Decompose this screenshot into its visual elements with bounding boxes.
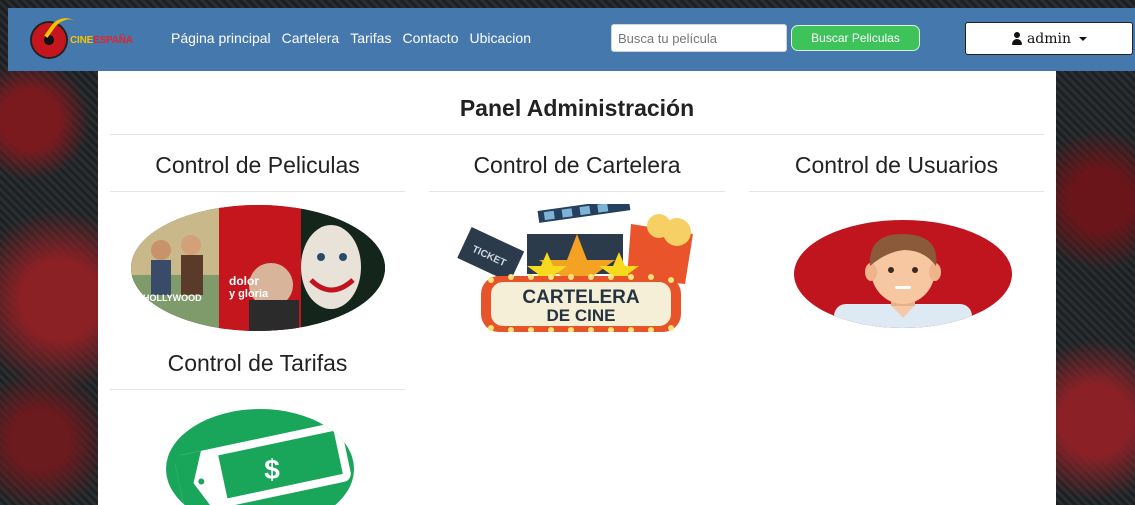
nav-link-tarifas[interactable]: Tarifas	[350, 30, 391, 46]
brand-logo[interactable]: CINEESPAÑA	[30, 20, 140, 60]
section-title-peliculas: Control de Peliculas	[155, 152, 360, 178]
search-button[interactable]: Buscar Peliculas	[791, 25, 920, 51]
usuarios-image-link[interactable]	[794, 220, 1012, 328]
user-avatar-image	[794, 220, 1012, 328]
dollar-symbol: $	[264, 454, 280, 485]
nav-links: Página principal Cartelera Tarifas Conta…	[171, 30, 542, 46]
dolor-poster-text-1: dolor	[229, 274, 259, 288]
user-icon	[1011, 32, 1023, 45]
tarifas-image-link[interactable]: $	[166, 409, 354, 505]
film-reel-icon	[30, 21, 68, 59]
dolor-poster-text-2: y gloria	[229, 288, 269, 300]
hollywood-poster-text: HOLLYWOOD	[143, 293, 202, 303]
nav-link-ubicacion[interactable]: Ubicacion	[470, 30, 531, 46]
section-title-cartelera: Control de Cartelera	[473, 152, 681, 178]
cartelera-sign-line1: CARTELERA	[522, 287, 639, 308]
page-title: Panel Administración	[459, 95, 695, 121]
section-title-tarifas: Control de Tarifas	[167, 350, 348, 376]
nav-link-contacto[interactable]: Contacto	[402, 30, 458, 46]
user-name: admin	[1026, 30, 1072, 47]
brand-name-part2: ESPAÑA	[93, 34, 133, 46]
navbar: CINEESPAÑA Página principal Cartelera Ta…	[8, 8, 1135, 71]
movie-posters-image: HOLLYWOOD dolor y gloria	[131, 205, 385, 331]
divider	[749, 191, 1044, 192]
nav-link-home[interactable]: Página principal	[171, 30, 271, 46]
cartelera-sign-line2: DE CINE	[547, 306, 616, 325]
user-menu-button[interactable]: admin	[965, 22, 1133, 55]
divider	[429, 191, 725, 192]
search-input[interactable]	[611, 24, 787, 52]
peliculas-image-link[interactable]: HOLLYWOOD dolor y gloria	[131, 205, 385, 331]
divider	[110, 389, 405, 390]
caret-down-icon	[1079, 36, 1088, 41]
cartelera-image-link[interactable]: TICKET CARTELERA DE CINE	[451, 198, 707, 333]
divider	[110, 191, 405, 192]
admin-panel: Panel Administración Control de Pelicula…	[98, 71, 1056, 505]
divider	[110, 134, 1044, 135]
cartelera-sign-image: TICKET CARTELERA DE CINE	[457, 198, 693, 333]
section-title-usuarios: Control de Usuarios	[794, 152, 999, 178]
nav-link-cartelera[interactable]: Cartelera	[282, 30, 340, 46]
money-ticket-image: $	[166, 409, 354, 505]
